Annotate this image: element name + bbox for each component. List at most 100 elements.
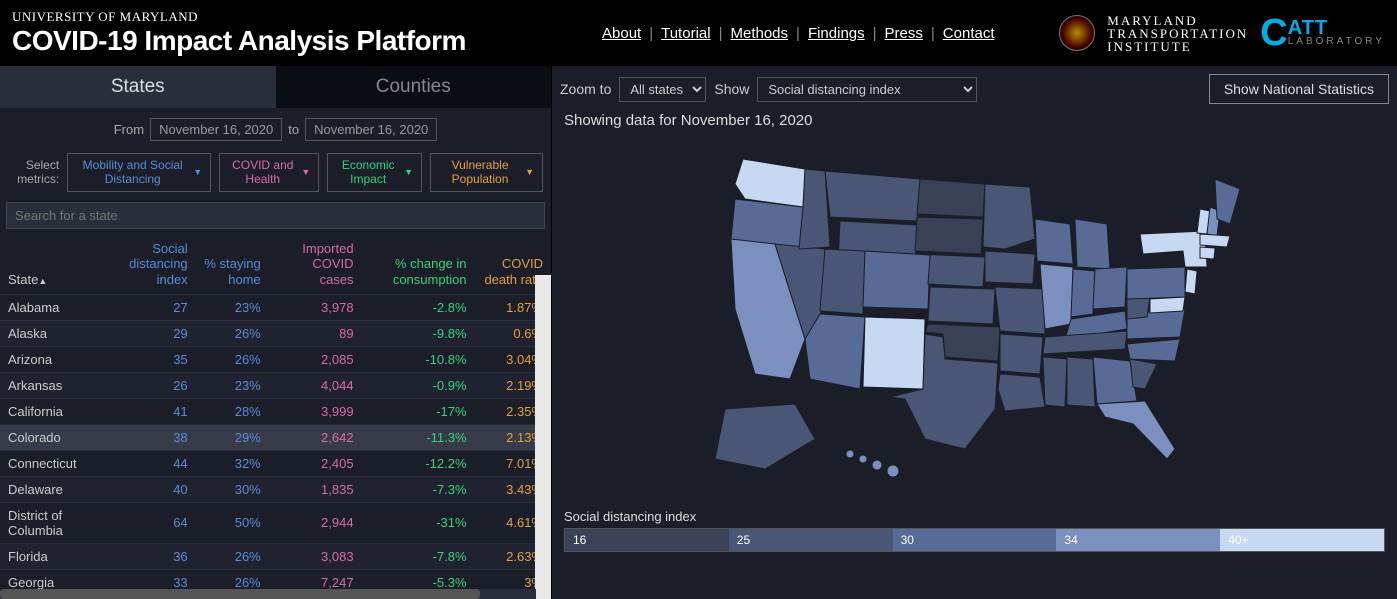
chevron-down-icon: ▼ — [404, 167, 413, 178]
show-national-stats-button[interactable]: Show National Statistics — [1209, 74, 1389, 104]
legend-segment: 25 — [729, 529, 893, 551]
cell-state: Colorado — [0, 424, 98, 450]
nav-press[interactable]: Press — [885, 25, 923, 42]
cell-cases: 89 — [269, 320, 362, 346]
zoom-select[interactable]: All states — [619, 77, 706, 102]
table-row[interactable]: Colorado3829%2,642-11.3%2.13% — [0, 424, 551, 450]
cell-stay: 30% — [196, 476, 269, 502]
state-ia — [985, 251, 1035, 284]
cell-stay: 26% — [196, 346, 269, 372]
nav-about[interactable]: About — [602, 25, 641, 42]
state-ak — [715, 404, 815, 469]
catt-logo: C ATT LABORATORY — [1260, 18, 1385, 48]
cell-cases: 3,999 — [269, 398, 362, 424]
cell-state: Alaska — [0, 320, 98, 346]
tab-counties[interactable]: Counties — [276, 66, 552, 108]
col-cases[interactable]: Imported COVID cases — [269, 235, 362, 294]
cell-cons: -31% — [362, 502, 475, 543]
to-date-input[interactable]: November 16, 2020 — [305, 118, 437, 141]
nav-contact[interactable]: Contact — [943, 25, 995, 42]
table-row[interactable]: Connecticut4432%2,405-12.2%7.01% — [0, 450, 551, 476]
tab-states[interactable]: States — [0, 66, 276, 108]
cell-stay: 23% — [196, 372, 269, 398]
table-row[interactable]: Arkansas2623%4,044-0.9%2.19% — [0, 372, 551, 398]
state-nc — [1127, 339, 1180, 361]
col-sdi[interactable]: Social distancing index — [98, 235, 195, 294]
from-date-input[interactable]: November 16, 2020 — [150, 118, 282, 141]
legend-segment: 16 — [565, 529, 729, 551]
state-ny — [1140, 231, 1207, 267]
state-la — [998, 374, 1045, 411]
from-label: From — [114, 122, 144, 137]
state-md — [1150, 297, 1185, 313]
select-metrics-label: Select metrics: — [8, 158, 59, 187]
data-table: State▲ Social distancing index % staying… — [0, 235, 551, 595]
platform-title: COVID-19 Impact Analysis Platform — [12, 25, 482, 57]
cell-state: District of Columbia — [0, 502, 98, 543]
table-row[interactable]: Arizona3526%2,085-10.8%3.04% — [0, 346, 551, 372]
col-stay[interactable]: % staying home — [196, 235, 269, 294]
chevron-down-icon: ▼ — [525, 167, 534, 178]
cell-cons: -7.8% — [362, 543, 475, 569]
metrics-row: Select metrics: Mobility and Social Dist… — [0, 149, 551, 202]
state-az — [805, 314, 865, 389]
state-nm — [863, 317, 925, 389]
nav-methods[interactable]: Methods — [730, 25, 788, 42]
cell-cons: -10.8% — [362, 346, 475, 372]
right-panel: Zoom to All states Show Social distancin… — [552, 66, 1397, 599]
show-select[interactable]: Social distancing index — [757, 77, 977, 102]
metric-mobility-button[interactable]: Mobility and Social Distancing▼ — [67, 153, 211, 192]
cell-cons: -12.2% — [362, 450, 475, 476]
state-hi — [846, 450, 899, 477]
cell-stay: 32% — [196, 450, 269, 476]
legend-segment: 34 — [1056, 529, 1220, 551]
state-ms — [1043, 357, 1067, 407]
cell-sdi: 29 — [98, 320, 195, 346]
cell-stay: 28% — [196, 398, 269, 424]
sort-asc-icon: ▲ — [38, 276, 47, 286]
col-cons[interactable]: % change in consumption — [362, 235, 475, 294]
state-mt — [825, 171, 920, 221]
zoom-label: Zoom to — [560, 81, 611, 97]
cell-state: Delaware — [0, 476, 98, 502]
nav-findings[interactable]: Findings — [808, 25, 865, 42]
state-nj — [1185, 269, 1197, 294]
state-wv — [1127, 297, 1150, 319]
show-label: Show — [714, 81, 749, 97]
cell-sdi: 35 — [98, 346, 195, 372]
metric-econ-button[interactable]: Economic Impact▼ — [327, 153, 422, 192]
legend-segment: 30 — [893, 529, 1057, 551]
metric-vuln-button[interactable]: Vulnerable Population▼ — [430, 153, 543, 192]
cell-stay: 50% — [196, 502, 269, 543]
cell-state: California — [0, 398, 98, 424]
cell-cons: -17% — [362, 398, 475, 424]
cell-cases: 2,085 — [269, 346, 362, 372]
page-header: UNIVERSITY OF MARYLAND COVID-19 Impact A… — [0, 0, 1397, 66]
col-state[interactable]: State▲ — [0, 235, 98, 294]
state-nd — [917, 179, 985, 217]
showing-date-label: Showing data for November 16, 2020 — [564, 112, 1389, 129]
date-row: From November 16, 2020 to November 16, 2… — [0, 108, 551, 149]
table-row[interactable]: Alaska2926%89-9.8%0.6% — [0, 320, 551, 346]
table-scrollbar-vertical[interactable] — [535, 275, 551, 599]
state-wi — [1035, 219, 1073, 264]
to-label: to — [288, 122, 299, 137]
table-row[interactable]: Alabama2723%3,978-2.8%1.87% — [0, 294, 551, 320]
search-input[interactable] — [6, 202, 545, 229]
table-row[interactable]: District of Columbia6450%2,944-31%4.61% — [0, 502, 551, 543]
table-row[interactable]: Florida3626%3,083-7.8%2.63% — [0, 543, 551, 569]
table-row[interactable]: California4128%3,999-17%2.35% — [0, 398, 551, 424]
state-sc — [1130, 359, 1157, 389]
chevron-down-icon: ▼ — [301, 167, 310, 178]
map-controls: Zoom to All states Show Social distancin… — [560, 74, 1389, 104]
cell-cons: -2.8% — [362, 294, 475, 320]
top-nav: About| Tutorial| Methods| Findings| Pres… — [482, 25, 1059, 42]
cell-sdi: 40 — [98, 476, 195, 502]
nav-tutorial[interactable]: Tutorial — [661, 25, 710, 42]
table-scrollbar-horizontal[interactable] — [0, 589, 536, 599]
table-row[interactable]: Delaware4030%1,835-7.3%3.43% — [0, 476, 551, 502]
state-oh — [1093, 267, 1127, 309]
us-map[interactable] — [560, 129, 1389, 509]
mti-logo: MARYLAND TRANSPORTATION INSTITUTE — [1107, 14, 1248, 53]
metric-covid-button[interactable]: COVID and Health▼ — [219, 153, 319, 192]
